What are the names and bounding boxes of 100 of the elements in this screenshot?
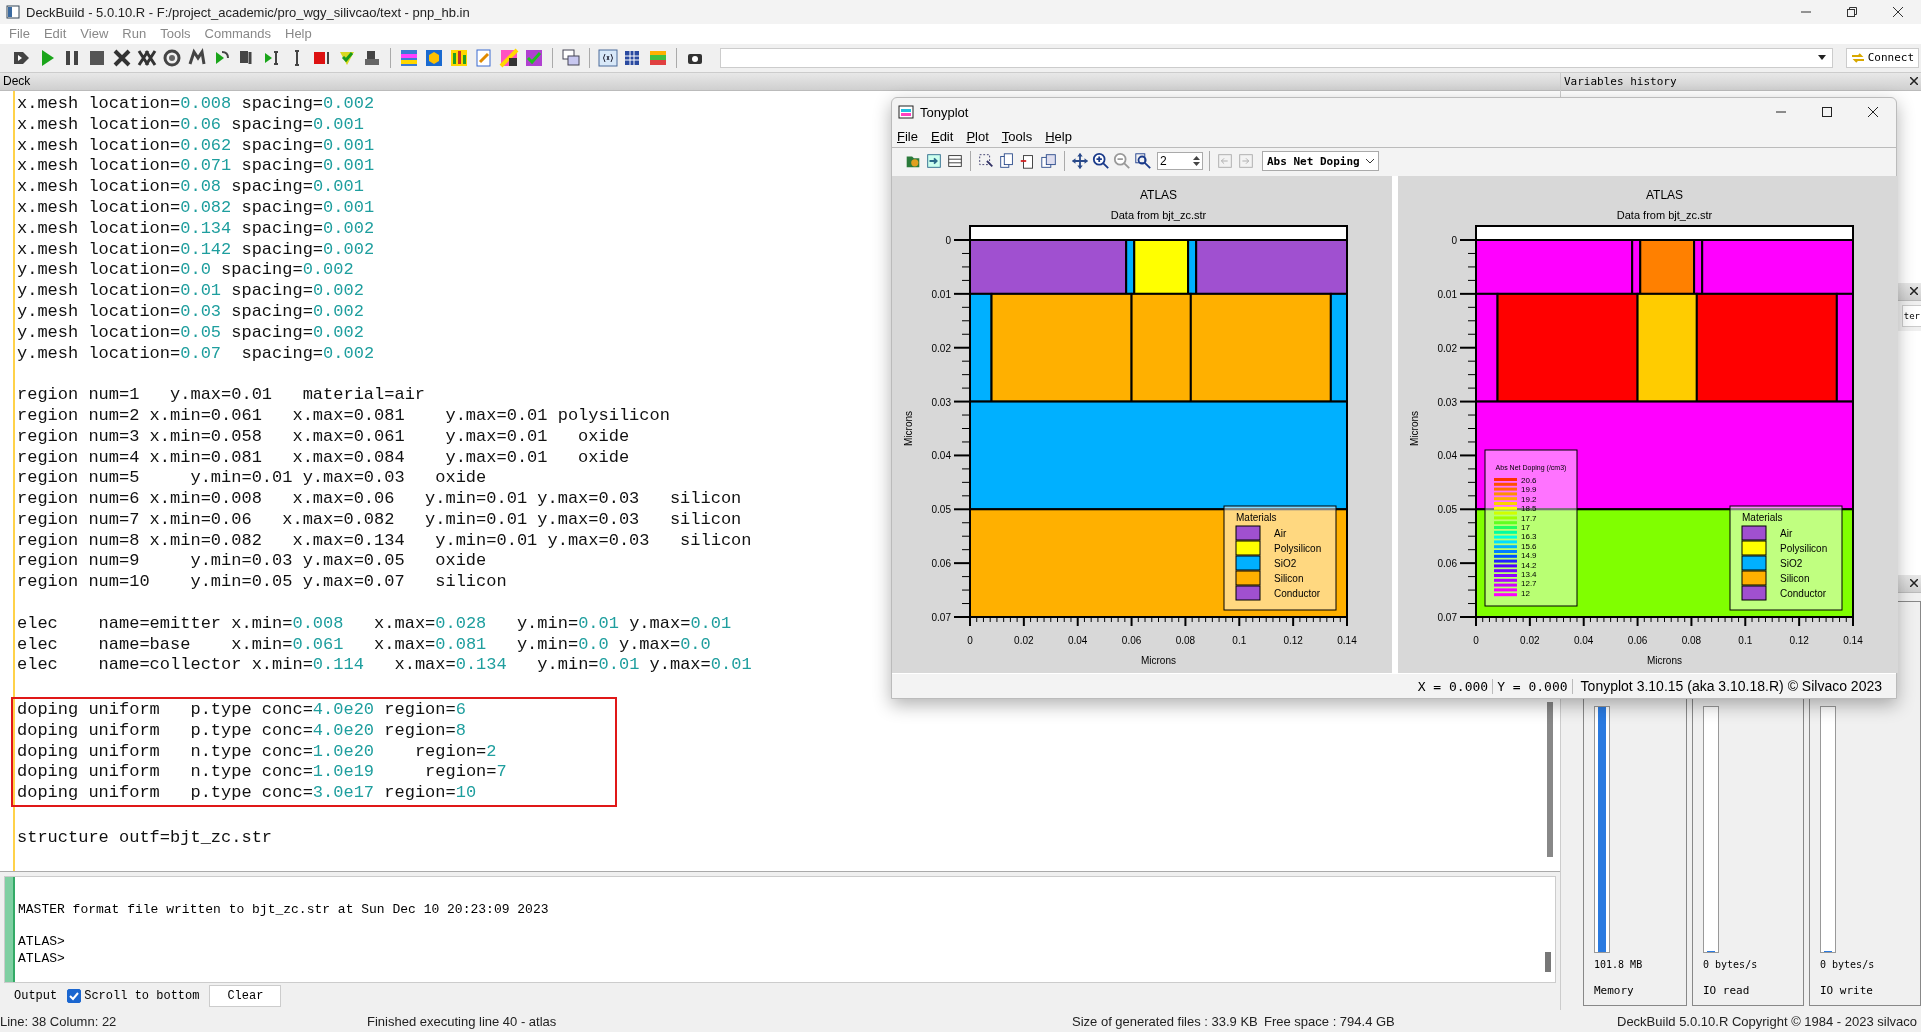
close-icon[interactable]	[1910, 77, 1918, 86]
code-line: y.mesh location=0.0 spacing=0.002	[17, 260, 354, 282]
caret-icon[interactable]	[1817, 55, 1826, 61]
palette-icon[interactable]	[499, 47, 519, 68]
code-line: region num=2 x.min=0.061 x.max=0.081 y.max=0.01 polysilicon	[17, 405, 670, 427]
x-tick-label: 0	[967, 635, 973, 646]
code-line: elec name=emitter x.min=0.008 x.max=0.028 y.min=0.01 y.max=0.01	[17, 613, 732, 635]
connect-button[interactable]: Connect	[1845, 47, 1919, 68]
maximize-icon[interactable]	[1822, 107, 1832, 117]
quantity-dropdown[interactable]: Abs Net Doping	[1262, 151, 1379, 171]
meter-reading: 0 bytes/s	[1703, 959, 1759, 970]
code-line: x.mesh location=0.082 spacing=0.001	[17, 197, 375, 219]
scale-label: 19.9	[1521, 485, 1537, 495]
code-line: doping uniform p.type conc=4.0e20 region=8	[17, 720, 466, 742]
output-line: ATLAS>	[18, 949, 66, 967]
menu-item[interactable]: Help	[285, 26, 312, 42]
y-tick-label: 0	[945, 235, 951, 246]
scrollbar-thumb[interactable]	[1547, 701, 1553, 857]
scroll-checkbox[interactable]: Scroll to bottom	[67, 988, 200, 1003]
y-tick-label: 0.05	[1437, 504, 1457, 516]
panel-title: Deck	[3, 74, 31, 89]
zoom-spinbox[interactable]: 2	[1157, 152, 1203, 170]
code-line: x.mesh location=0.142 spacing=0.002	[17, 239, 375, 261]
copyright-text: DeckBuild 5.0.10.R Copyright © 1984 - 2023 silvaco	[1617, 1013, 1918, 1029]
y-tick-label: 0.03	[1437, 396, 1457, 408]
y-readout: Y = 0.000	[1493, 678, 1573, 694]
close-icon[interactable]	[1868, 107, 1878, 117]
close-icon[interactable]	[1893, 7, 1903, 17]
plot-title: ATLAS	[1139, 188, 1178, 202]
code-line: doping uniform n.type conc=1.0e19 region=7	[17, 762, 507, 784]
panel-button[interactable]: ter	[1901, 304, 1921, 327]
windows-icon[interactable]	[561, 47, 581, 68]
code-line: x.mesh location=0.008 spacing=0.002	[17, 93, 375, 115]
menu-item[interactable]: File	[9, 26, 30, 42]
x-tick-label: 0.14	[1843, 635, 1863, 646]
move-icon[interactable]	[1071, 151, 1089, 171]
menu-item[interactable]: Help	[1045, 129, 1072, 144]
scale-label: 15.6	[1521, 541, 1537, 551]
y-tick-label: 0.01	[1437, 288, 1457, 300]
spinner-arrows-icon[interactable]	[1193, 155, 1200, 167]
scrollbar-thumb[interactable]	[1545, 951, 1551, 972]
x-tick-label: 0.12	[1283, 635, 1303, 646]
scale-label: 18.5	[1521, 504, 1537, 514]
menu-item[interactable]: File	[897, 129, 918, 144]
y-tick-label: 0.06	[931, 558, 951, 570]
command-field[interactable]	[720, 47, 1833, 68]
structure-icon[interactable]	[399, 47, 419, 68]
menu-item[interactable]: Edit	[930, 129, 954, 144]
restore-icon[interactable]	[1847, 7, 1857, 17]
zoom-in-icon[interactable]	[1092, 151, 1110, 171]
copy-icon[interactable]	[998, 151, 1016, 171]
y-tick-label: 0.06	[1437, 558, 1457, 570]
menu-item[interactable]: Run	[122, 26, 147, 42]
output-line: MASTER format file written to bjt_zc.str at Sun Dec 10 20:23:09 2023	[18, 900, 550, 918]
grid-chart-icon[interactable]	[449, 47, 469, 68]
menu-item[interactable]: Tools	[1001, 129, 1033, 144]
x-tick-label: 0.06	[1121, 635, 1142, 646]
code-line: x.mesh location=0.06 spacing=0.001	[17, 114, 364, 136]
meter-label: IO write	[1820, 984, 1874, 997]
record-icon[interactable]	[162, 47, 182, 68]
scale-label: 16.3	[1521, 532, 1537, 542]
menu-item[interactable]: Plot	[966, 129, 989, 144]
check-chart-icon[interactable]	[524, 47, 544, 68]
scale-label: 12.7	[1521, 579, 1537, 589]
menu-item[interactable]: Commands	[204, 26, 271, 42]
code-line: y.mesh location=0.03 spacing=0.002	[17, 301, 364, 323]
edit-icon[interactable]	[474, 47, 494, 68]
clear-button[interactable]: Clear	[209, 984, 282, 1007]
x-tick-label: 0.04	[1574, 635, 1594, 646]
y-tick-label: 0.02	[1437, 342, 1457, 354]
cross-icon[interactable]	[112, 47, 132, 68]
x-tick-label: 0.02	[1520, 635, 1540, 646]
import-icon[interactable]	[925, 151, 943, 171]
code-line: doping uniform n.type conc=1.0e20 region=2	[17, 741, 497, 763]
x-tick-label: 0.02	[1014, 635, 1034, 646]
close-icon[interactable]	[1910, 579, 1918, 588]
code-line: elec name=collector x.min=0.114 x.max=0.134 y.min=0.01 y.max=0.01	[17, 655, 752, 677]
checkmark-icon[interactable]	[69, 990, 80, 1001]
variables-icon[interactable]	[598, 47, 618, 68]
code-line: doping uniform p.type conc=3.0e17 region=10	[17, 783, 477, 805]
legend-title: Materials	[1236, 512, 1277, 523]
free-space: Free space : 794.4 GB	[1264, 1013, 1396, 1029]
meter-label: IO read	[1703, 984, 1751, 997]
legend-label: SiO2	[1274, 558, 1297, 569]
legend-label: Air	[1780, 528, 1793, 539]
cube-icon[interactable]	[424, 47, 444, 68]
menu-item[interactable]: Tools	[160, 26, 191, 42]
close-icon[interactable]	[1910, 287, 1918, 296]
x-readout: X = 0.000	[1413, 678, 1494, 694]
menu-item[interactable]: Edit	[43, 26, 67, 42]
plot-subtitle: Data from bjt_zc.str	[1616, 209, 1713, 221]
code-line: x.mesh location=0.134 spacing=0.002	[17, 218, 375, 240]
stack-icon[interactable]	[1040, 151, 1058, 171]
menu-item[interactable]: View	[80, 26, 109, 42]
zoom-box-icon[interactable]	[1134, 151, 1152, 171]
y-tick-label: 0.07	[1437, 612, 1457, 623]
code-line: region num=8 x.min=0.082 x.max=0.134 y.min=0.01 y.max=0.03 silicon	[17, 530, 752, 552]
swap-arrows-icon	[1850, 52, 1865, 63]
x-tick-label: 0.12	[1789, 635, 1809, 646]
output-line: ATLAS>	[18, 932, 66, 950]
